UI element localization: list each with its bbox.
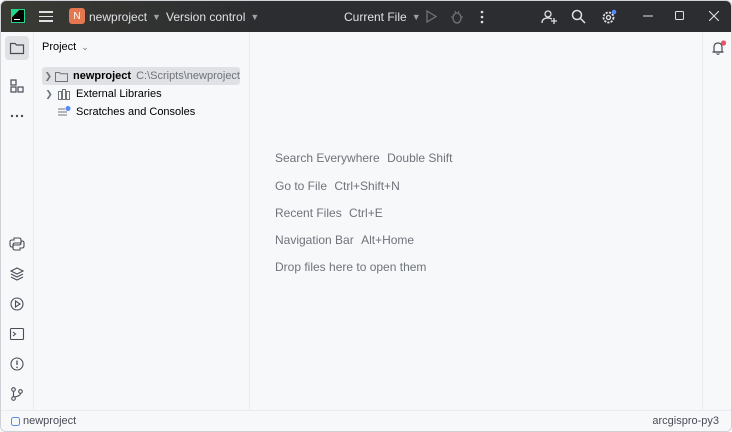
tree-item-label: External Libraries <box>76 88 162 100</box>
more-tools-button[interactable] <box>5 104 29 128</box>
services-icon <box>10 297 24 311</box>
interpreter-selector[interactable]: arcgispro-py3 <box>652 415 719 427</box>
scratches-icon <box>56 105 72 119</box>
run-icon[interactable] <box>425 10 437 23</box>
layers-button[interactable] <box>5 262 29 286</box>
chevron-down-icon: ▼ <box>411 11 421 22</box>
structure-icon <box>10 79 24 93</box>
status-bar: newproject arcgispro-py3 <box>1 410 731 431</box>
git-button[interactable] <box>5 382 29 406</box>
vcs-widget[interactable]: Version control ▼ <box>166 1 259 32</box>
hint-go-to-file: Go to File Ctrl+Shift+N <box>275 179 400 193</box>
vcs-label: Version control <box>166 9 246 24</box>
terminal-icon <box>9 327 25 341</box>
chevron-right-icon[interactable]: ❯ <box>42 89 56 100</box>
left-tool-strip <box>1 32 34 410</box>
module-icon <box>11 416 20 426</box>
tree-item-path: C:\Scripts\newproject <box>136 70 240 82</box>
tree-item-external-libraries[interactable]: ❯ External Libraries <box>42 85 162 103</box>
tree-item-scratches[interactable]: Scratches and Consoles <box>42 103 195 121</box>
hint-search-everywhere: Search Everywhere Double Shift <box>275 151 452 165</box>
project-name: newproject <box>89 9 148 24</box>
structure-tool-button[interactable] <box>5 74 29 98</box>
hint-shortcut: Alt+Home <box>361 233 415 247</box>
hint-drop-files: Drop files here to open them <box>275 260 426 274</box>
services-button[interactable] <box>5 292 29 316</box>
tree-item-label: Scratches and Consoles <box>76 106 196 118</box>
chevron-right-icon[interactable]: ❯ <box>42 71 55 82</box>
hint-shortcut: Ctrl+E <box>349 206 383 220</box>
right-tool-strip <box>702 32 731 410</box>
chevron-down-icon: ⌄ <box>81 41 89 52</box>
hamburger-menu-icon[interactable] <box>39 11 53 22</box>
minimize-icon[interactable] <box>643 15 653 17</box>
maximize-icon[interactable] <box>675 11 685 21</box>
title-bar: N newproject ▼ Version control ▼ Current… <box>1 1 731 32</box>
project-switcher[interactable]: newproject ▼ <box>89 1 161 32</box>
hint-action: Navigation Bar <box>275 233 354 247</box>
project-panel: Project ⌄ ❯ newproject C:\Scripts\newpro… <box>34 32 250 410</box>
breadcrumb[interactable]: newproject <box>11 415 76 427</box>
problems-icon <box>10 357 24 371</box>
tree-item-label: newproject <box>72 70 132 82</box>
hint-shortcut: Ctrl+Shift+N <box>334 179 400 193</box>
breadcrumb-project: newproject <box>23 415 77 427</box>
git-icon <box>11 387 23 401</box>
python-console-button[interactable] <box>5 232 29 256</box>
ide-window: N newproject ▼ Version control ▼ Current… <box>0 0 732 432</box>
chevron-down-icon: ▼ <box>250 11 260 22</box>
project-panel-header[interactable]: Project ⌄ <box>42 41 89 53</box>
app-logo-icon[interactable] <box>11 9 25 23</box>
more-vertical-icon[interactable] <box>480 10 484 24</box>
close-icon[interactable] <box>709 11 719 21</box>
search-icon[interactable] <box>571 9 586 24</box>
add-user-icon[interactable] <box>541 9 557 25</box>
hint-recent-files: Recent Files Ctrl+E <box>275 206 383 220</box>
project-tool-button[interactable] <box>5 36 29 60</box>
hint-action: Go to File <box>275 179 328 193</box>
layers-icon <box>9 267 25 281</box>
hint-action: Recent Files <box>275 206 342 220</box>
project-panel-title: Project <box>42 41 77 53</box>
hint-action: Search Everywhere <box>275 151 380 165</box>
tree-item-newproject[interactable]: ❯ newproject C:\Scripts\newproject <box>42 67 240 85</box>
debug-icon[interactable] <box>450 9 464 24</box>
hint-shortcut: Double Shift <box>387 151 453 165</box>
problems-button[interactable] <box>5 352 29 376</box>
more-horizontal-icon <box>10 114 24 118</box>
hint-action: Drop files here to open them <box>275 260 427 274</box>
run-config-label: Current File <box>344 9 407 24</box>
terminal-button[interactable] <box>5 322 29 346</box>
settings-icon[interactable] <box>601 9 617 25</box>
folder-icon <box>55 69 69 83</box>
project-badge[interactable]: N <box>69 8 85 24</box>
run-config-selector[interactable]: Current File ▼ <box>344 1 421 32</box>
python-console-icon <box>9 237 25 251</box>
hint-navigation-bar: Navigation Bar Alt+Home <box>275 233 414 247</box>
folder-icon <box>9 42 25 55</box>
chevron-down-icon: ▼ <box>152 11 161 22</box>
notifications-icon[interactable] <box>711 40 727 56</box>
editor-empty-area[interactable]: Search Everywhere Double Shift Go to Fil… <box>250 32 702 410</box>
library-icon <box>56 87 72 101</box>
